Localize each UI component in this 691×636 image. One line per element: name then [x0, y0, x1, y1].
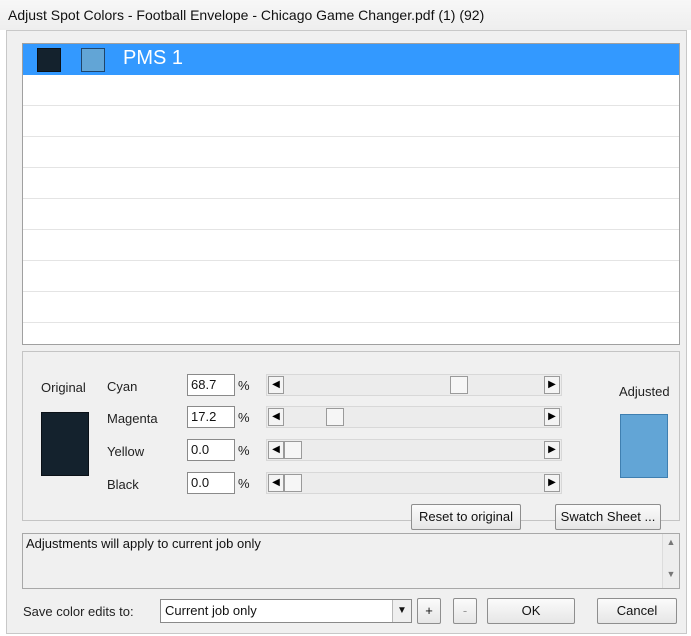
magenta-slider-thumb[interactable] [325, 408, 344, 426]
ok-button[interactable]: OK [487, 598, 575, 624]
adjusted-color-swatch [81, 48, 105, 72]
color-adjust-panel: Original Adjusted Cyan 68.7 % ◀ ▶ Magent… [22, 351, 680, 530]
yellow-label: Yellow [107, 444, 145, 459]
black-percent-unit: % [238, 476, 250, 491]
black-slider[interactable]: ◀ ▶ [266, 472, 562, 494]
yellow-slider[interactable]: ◀ ▶ [266, 439, 562, 461]
spot-color-list[interactable]: PMS 1 [22, 43, 680, 345]
notes-text: Adjustments will apply to current job on… [26, 536, 261, 551]
cyan-input[interactable]: 68.7 [187, 374, 235, 396]
yellow-slider-thumb[interactable] [284, 441, 302, 459]
list-item [23, 168, 679, 199]
spot-color-row-pms-1[interactable]: PMS 1 [23, 44, 679, 75]
magenta-slider[interactable]: ◀ ▶ [266, 406, 562, 428]
list-item [23, 137, 679, 168]
notes-scrollbar[interactable]: ▲ ▼ [662, 534, 679, 588]
adjusted-preview-swatch [620, 414, 668, 478]
adjusted-label: Adjusted [619, 384, 670, 399]
cyan-percent-unit: % [238, 378, 250, 393]
cancel-button[interactable]: Cancel [597, 598, 677, 624]
black-slider-thumb[interactable] [284, 474, 302, 492]
chevron-down-icon[interactable]: ▼ [392, 600, 411, 622]
adjust-spot-colors-dialog: PMS 1 Original Adjusted Cyan 68.7 % ◀ ▶ … [6, 30, 687, 634]
black-label: Black [107, 477, 139, 492]
cyan-slider-right-arrow-icon[interactable]: ▶ [544, 376, 560, 394]
window-title: Adjust Spot Colors - Football Envelope -… [0, 0, 691, 30]
magenta-percent-unit: % [238, 410, 250, 425]
save-target-value: Current job only [165, 603, 257, 618]
list-item [23, 75, 679, 106]
list-item [23, 230, 679, 261]
scroll-down-icon[interactable]: ▼ [663, 569, 679, 579]
black-slider-right-arrow-icon[interactable]: ▶ [544, 474, 560, 492]
add-button[interactable]: + [417, 598, 441, 624]
list-item [23, 106, 679, 137]
cyan-slider-left-arrow-icon[interactable]: ◀ [268, 376, 284, 394]
swatch-sheet-button[interactable]: Swatch Sheet ... [555, 504, 661, 530]
magenta-slider-right-arrow-icon[interactable]: ▶ [544, 408, 560, 426]
original-color-swatch [37, 48, 61, 72]
list-item [23, 292, 679, 323]
remove-button[interactable]: - [453, 598, 477, 624]
black-input[interactable]: 0.0 [187, 472, 235, 494]
magenta-slider-left-arrow-icon[interactable]: ◀ [268, 408, 284, 426]
spot-color-name: PMS 1 [123, 47, 184, 69]
cyan-label: Cyan [107, 379, 138, 394]
black-slider-left-arrow-icon[interactable]: ◀ [268, 474, 284, 492]
cyan-slider-thumb[interactable] [450, 376, 469, 394]
original-preview-swatch [41, 412, 89, 476]
list-item [23, 199, 679, 230]
magenta-label: Magenta [107, 411, 158, 426]
scroll-up-icon[interactable]: ▲ [663, 537, 679, 547]
reset-to-original-button[interactable]: Reset to original [411, 504, 521, 530]
list-item [23, 261, 679, 292]
save-target-select[interactable]: Current job only ▼ [160, 599, 412, 623]
save-color-edits-label: Save color edits to: [23, 604, 134, 619]
yellow-slider-right-arrow-icon[interactable]: ▶ [544, 441, 560, 459]
notes-textarea[interactable]: Adjustments will apply to current job on… [22, 533, 680, 589]
cyan-slider[interactable]: ◀ ▶ [266, 374, 562, 396]
yellow-slider-left-arrow-icon[interactable]: ◀ [268, 441, 284, 459]
yellow-percent-unit: % [238, 443, 250, 458]
yellow-input[interactable]: 0.0 [187, 439, 235, 461]
original-label: Original [41, 380, 86, 395]
magenta-input[interactable]: 17.2 [187, 406, 235, 428]
